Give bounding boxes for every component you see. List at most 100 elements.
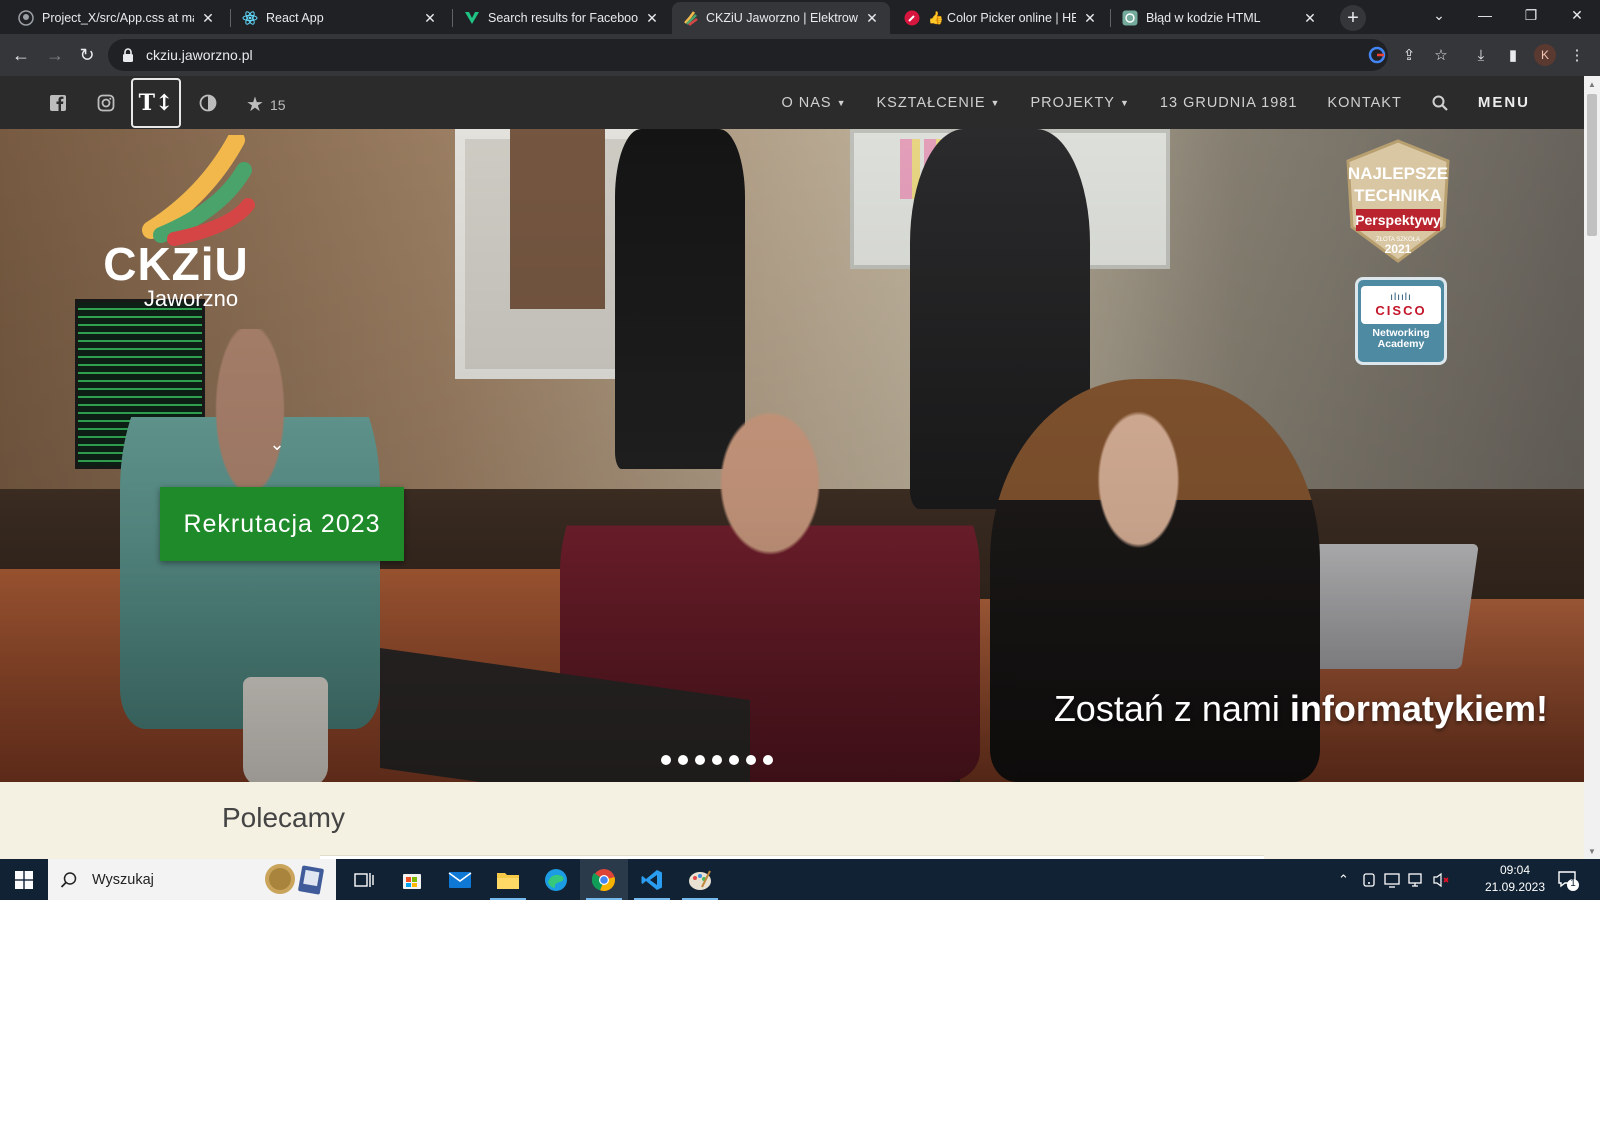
cisco-academy-text: Networking Academy [1372, 328, 1429, 350]
menu-button[interactable]: MENU [1478, 94, 1530, 111]
clock-time: 09:04 [1499, 863, 1531, 877]
tray-update-icon[interactable] [1384, 859, 1400, 900]
tab-separator [230, 9, 231, 27]
notification-center-icon[interactable]: 1 [1556, 868, 1580, 892]
paint-icon[interactable] [676, 859, 724, 900]
close-tab-icon[interactable]: ✕ [200, 10, 216, 26]
slider-dot[interactable] [763, 755, 773, 765]
tab-github[interactable]: Project_X/src/App.css at main ✕ [8, 2, 226, 34]
scroll-down-arrow-icon[interactable]: ▼ [1584, 843, 1600, 859]
cisco-logo: ılıılı CISCO [1361, 286, 1441, 324]
tab-title: CKZiU Jaworzno | Elektrownia [706, 11, 858, 25]
vscode-icon[interactable] [628, 859, 676, 900]
ckziu-logo-text[interactable]: CKZiU Jaworzno [96, 240, 256, 310]
slider-dot[interactable] [712, 755, 722, 765]
close-tab-icon[interactable]: ✕ [1082, 10, 1098, 26]
microsoft-store-icon[interactable] [388, 859, 436, 900]
section-title: Polecamy [222, 802, 345, 833]
tab-search-chevron-icon[interactable]: ⌄ [1416, 0, 1462, 30]
chevron-down-icon[interactable]: ⌄ [266, 433, 288, 455]
taskbar-clock[interactable]: 09:04 21.09.2023 [1480, 862, 1550, 896]
tray-device-icon[interactable] [1362, 859, 1376, 900]
page-scrollbar[interactable]: ▲ ▼ [1584, 76, 1600, 859]
font-size-icon[interactable]: T↕ [131, 78, 181, 128]
profile-avatar[interactable]: K [1534, 44, 1556, 66]
tab-title: Search results for Facebook - [488, 11, 638, 25]
react-icon [242, 10, 258, 26]
main-nav: O NAS ▼ KSZTAŁCENIE ▼ PROJEKTY ▼ 13 GRUDNIA… [751, 76, 1530, 129]
logo-sub-text: Jaworzno [143, 286, 239, 311]
close-window-icon[interactable]: ✕ [1554, 0, 1600, 30]
nav-label: 13 GRUDNIA 1981 [1159, 94, 1298, 111]
close-tab-icon[interactable]: ✕ [864, 10, 880, 26]
slider-dot[interactable] [661, 755, 671, 765]
nav-label: PROJEKTY [1030, 94, 1115, 111]
slogan-bold: informatykiem! [1289, 688, 1548, 729]
slider-dot[interactable] [746, 755, 756, 765]
notification-count: 1 [1570, 878, 1576, 889]
restore-icon[interactable]: ❐ [1508, 0, 1554, 30]
minimize-icon[interactable]: — [1462, 0, 1508, 30]
ranking-badge[interactable]: NAJLEPSZE TECHNIKA Perspektywy ZŁOTA SZK… [1336, 139, 1460, 263]
tab-color-picker[interactable]: 👍 Color Picker online | HEX C ✕ [894, 2, 1108, 34]
scrollbar-thumb[interactable] [1587, 94, 1597, 236]
tray-chevron-up-icon[interactable]: ⌃ [1338, 859, 1349, 900]
reload-icon[interactable]: ↻ [74, 42, 100, 68]
browser-tab-strip: Project_X/src/App.css at main ✕ React Ap… [0, 0, 1600, 34]
taskbar-search-box[interactable]: Wyszukaj [48, 859, 336, 900]
tab-react-app[interactable]: React App ✕ [232, 2, 448, 34]
contrast-icon[interactable] [194, 89, 222, 117]
clock-date: 21.09.2023 [1484, 880, 1546, 894]
slider-dot[interactable] [729, 755, 739, 765]
network-icon[interactable] [1408, 859, 1426, 900]
close-tab-icon[interactable]: ✕ [422, 10, 438, 26]
cisco-academy-badge[interactable]: ılıılı CISCO Networking Academy [1355, 277, 1447, 365]
favorites-count: 15 [269, 96, 286, 113]
tab-chatgpt[interactable]: Błąd w kodzie HTML ✕ [1112, 2, 1328, 34]
side-panel-icon[interactable]: ▮ [1502, 44, 1524, 66]
caret-down-icon: ▼ [990, 97, 1001, 108]
kebab-menu-icon[interactable]: ⋮ [1566, 44, 1588, 66]
new-tab-button[interactable]: + [1340, 5, 1366, 31]
edge-icon[interactable] [532, 859, 580, 900]
ranking-badge-line2: TECHNIKA [1354, 186, 1442, 205]
windows-start-icon[interactable] [0, 859, 48, 900]
site-header: T↕ ★ 15 O NAS ▼ KSZTAŁCENIE ▼ PROJEKTY ▼ 13… [0, 76, 1584, 129]
recruitment-button[interactable]: Rekrutacja 2023 [160, 487, 404, 561]
volume-muted-icon[interactable] [1432, 859, 1450, 900]
slider-dot[interactable] [695, 755, 705, 765]
tab-ckziu-active[interactable]: CKZiU Jaworzno | Elektrownia ✕ [672, 2, 890, 34]
github-icon [18, 10, 34, 26]
nav-item-projekty[interactable]: PROJEKTY ▼ [1030, 95, 1129, 111]
close-tab-icon[interactable]: ✕ [1302, 10, 1318, 26]
nav-item-13-grudnia[interactable]: 13 GRUDNIA 1981 [1160, 95, 1298, 111]
scroll-up-arrow-icon[interactable]: ▲ [1584, 76, 1600, 92]
forward-arrow-icon[interactable]: → [42, 42, 68, 68]
task-view-icon[interactable] [340, 859, 388, 900]
close-tab-icon[interactable]: ✕ [644, 10, 660, 26]
mail-icon[interactable] [436, 859, 484, 900]
nav-item-ksztalcenie[interactable]: KSZTAŁCENIE ▼ [876, 95, 1000, 111]
share-icon[interactable]: ⇪ [1398, 44, 1420, 66]
tab-facebook-search[interactable]: Search results for Facebook - ✕ [454, 2, 670, 34]
back-arrow-icon[interactable]: ← [8, 42, 34, 68]
nav-item-o-nas[interactable]: O NAS ▼ [781, 95, 846, 111]
file-explorer-icon[interactable] [484, 859, 532, 900]
star-icon: ★ [246, 94, 264, 116]
recommended-section: Polecamy [0, 782, 1584, 861]
taskbar-search-placeholder: Wyszukaj [92, 871, 154, 888]
slider-dot[interactable] [678, 755, 688, 765]
facebook-icon[interactable] [44, 89, 72, 117]
address-bar[interactable]: ckziu.jaworzno.pl [108, 39, 1388, 71]
google-lens-icon[interactable] [1366, 44, 1388, 66]
tab-title: React App [266, 11, 324, 25]
download-icon[interactable]: ⤓ [1470, 44, 1492, 66]
bookmark-star-icon[interactable]: ☆ [1430, 44, 1452, 66]
chrome-icon[interactable] [580, 859, 628, 900]
instagram-icon[interactable] [92, 89, 120, 117]
search-icon[interactable] [1432, 95, 1448, 111]
cisco-bars-icon: ılıılı [1390, 291, 1412, 303]
tab-title: Project_X/src/App.css at main [42, 11, 194, 25]
favorites-button[interactable]: ★ 15 [246, 92, 286, 117]
nav-item-kontakt[interactable]: KONTAKT [1327, 95, 1401, 111]
